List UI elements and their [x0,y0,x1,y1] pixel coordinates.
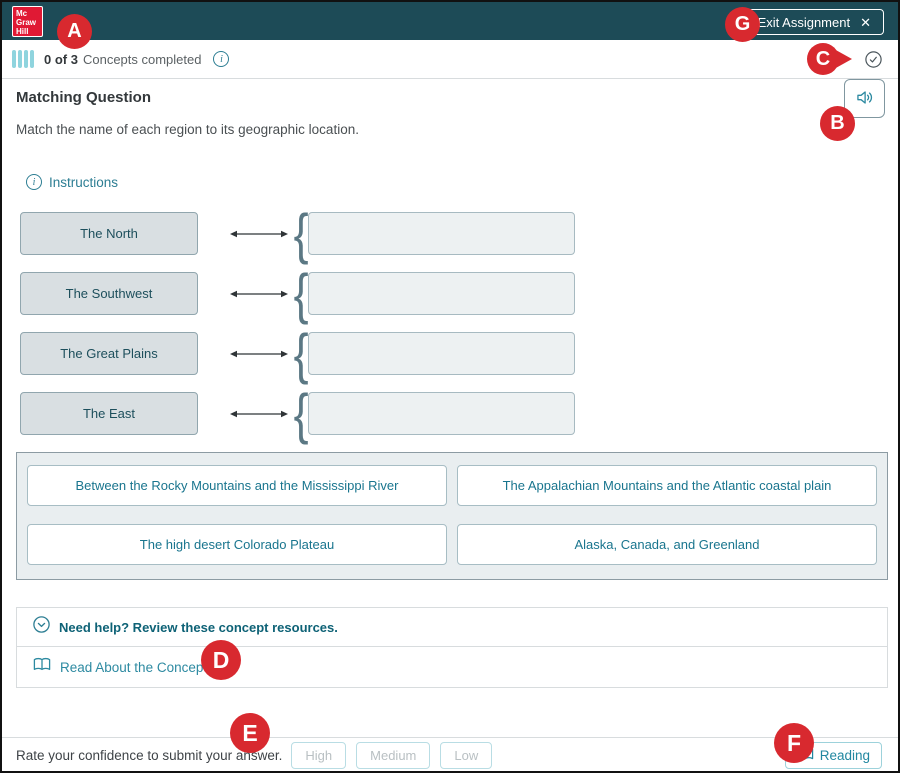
match-row: The Southwest { [20,272,575,315]
annotation-badge-e: E [230,713,270,753]
top-bar: Mc Graw Hill Exit Assignment ✕ [2,2,898,40]
logo-line: Graw [16,18,42,27]
answer-option[interactable]: The high desert Colorado Plateau [27,524,447,565]
reading-label: Reading [820,748,870,763]
concept-progress-icon [12,50,34,68]
question-type-title: Matching Question [16,89,151,106]
drop-zone[interactable] [308,212,575,255]
info-icon: i [26,174,42,190]
double-arrow-icon [228,348,290,360]
mcgraw-hill-logo: Mc Graw Hill [12,6,43,37]
check-circle-icon[interactable] [865,51,882,73]
matching-area: The North { The Southwest { The Great Pl… [20,212,575,452]
question-prompt: Match the name of each region to its geo… [16,122,359,137]
annotation-badge-g: G [725,7,760,42]
double-arrow-icon [228,228,290,240]
logo-line: Mc [16,9,42,18]
confidence-medium-button[interactable]: Medium [356,742,430,769]
term-box: The East [20,392,198,435]
annotation-badge-d: D [201,640,241,680]
concept-resources-panel: Need help? Review these concept resource… [16,607,888,688]
confidence-low-button[interactable]: Low [440,742,492,769]
match-row: The Great Plains { [20,332,575,375]
brace-glyph: { [294,272,307,315]
double-arrow-icon [228,288,290,300]
annotation-badge-f: F [774,723,814,763]
book-icon [33,657,51,677]
term-box: The Southwest [20,272,198,315]
answer-option[interactable]: Alaska, Canada, and Greenland [457,524,877,565]
answer-bank: Between the Rocky Mountains and the Miss… [16,452,888,580]
answer-option[interactable]: The Appalachian Mountains and the Atlant… [457,465,877,506]
answer-option[interactable]: Between the Rocky Mountains and the Miss… [27,465,447,506]
term-box: The Great Plains [20,332,198,375]
concept-resource-row: Read About the Concept [17,647,887,687]
concept-resources-toggle[interactable]: Need help? Review these concept resource… [17,608,887,647]
term-box: The North [20,212,198,255]
brace-glyph: { [294,392,307,435]
annotation-badge-c: C [807,43,839,75]
confidence-high-button[interactable]: High [291,742,346,769]
info-icon[interactable]: i [213,51,229,67]
double-arrow-icon [228,408,290,420]
match-row: The East { [20,392,575,435]
close-icon: ✕ [860,16,871,29]
instructions-link[interactable]: i Instructions [26,174,118,190]
progress-label: Concepts completed [83,52,202,67]
exit-assignment-button[interactable]: Exit Assignment ✕ [745,9,884,35]
logo-line: Hill [16,27,42,36]
drop-zone[interactable] [308,392,575,435]
read-about-concept-link[interactable]: Read About the Concept [60,660,207,675]
annotation-badge-b: B [820,106,855,141]
annotation-badge-a: A [57,14,92,49]
progress-bar: 0 of 3 Concepts completed i [2,40,898,79]
smartbook-question-page: Mc Graw Hill Exit Assignment ✕ 0 of 3 Co… [0,0,900,773]
brace-glyph: { [294,212,307,255]
chevron-down-icon [33,616,50,638]
footer-bar: Rate your confidence to submit your answ… [2,737,898,773]
drop-zone[interactable] [308,332,575,375]
exit-assignment-label: Exit Assignment [758,15,851,30]
brace-glyph: { [294,332,307,375]
speaker-icon [854,87,875,111]
drop-zone[interactable] [308,272,575,315]
progress-count: 0 of 3 [44,52,78,67]
help-title: Need help? Review these concept resource… [59,620,338,635]
instructions-label: Instructions [49,175,118,190]
match-row: The North { [20,212,575,255]
